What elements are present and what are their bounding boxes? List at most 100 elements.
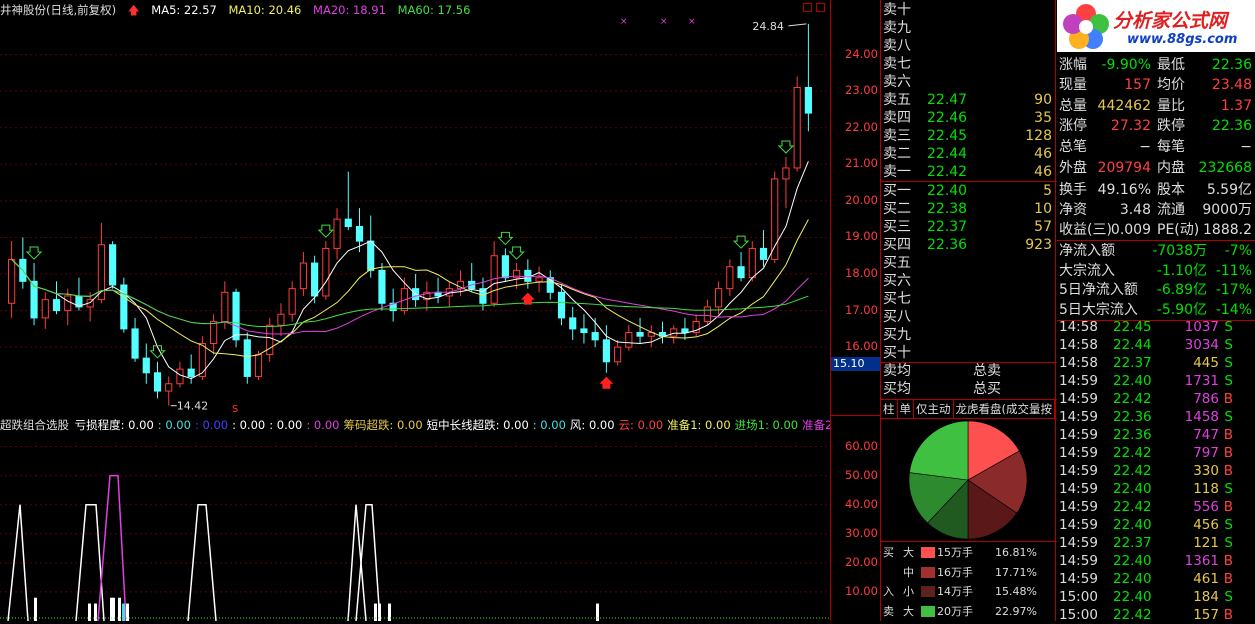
tick-price: 22.37 [1113, 535, 1152, 551]
up-arrow-icon: 🡅 [127, 3, 140, 17]
stat-row: 现量 157 均价 23.48 [1057, 75, 1255, 95]
high-price-label: 24.84 [752, 20, 784, 33]
tick-time: 14:59 [1059, 427, 1098, 443]
tick-volume: 1361 [1184, 553, 1219, 569]
legend-pct: 16.81% [995, 546, 1037, 559]
candle-body [625, 332, 633, 348]
buy-level-5: 买五 [881, 254, 1055, 272]
kline-svg[interactable]: 24.84 14.42 × × × S [0, 18, 830, 413]
level-label: 买五 [883, 255, 911, 271]
price-tick: 21.00 [845, 156, 878, 171]
buy-signal-arrow-icon [777, 140, 795, 154]
buy-signal-arrow-icon [497, 231, 514, 246]
tick-price: 22.42 [1113, 607, 1152, 623]
level-label: 买八 [883, 309, 911, 325]
tab-0[interactable]: 柱 [881, 400, 898, 418]
indicator-svg[interactable] [0, 432, 830, 621]
candle-body [591, 332, 599, 341]
candle-body [614, 346, 622, 363]
stat-value: 3.48 [1119, 202, 1151, 218]
red-up-arrow-icon [599, 376, 614, 389]
window-close-icon[interactable] [816, 3, 825, 12]
stat-label: 现量 [1059, 77, 1087, 94]
tick-price: 22.36 [1113, 427, 1152, 443]
tick-price: 22.44 [1113, 337, 1152, 353]
legend-side: 卖 [883, 604, 894, 618]
buy-level-1: 买一 22.40 5 [881, 182, 1055, 200]
buy-signal-arrow-icon [25, 246, 43, 260]
legend-swatch [921, 547, 935, 558]
tick-volume: 797 [1193, 445, 1219, 461]
tick-time: 14:59 [1059, 373, 1098, 389]
flower-logo-icon [1063, 4, 1109, 49]
buy-level-10: 买十 [881, 344, 1055, 362]
stat-value-2: 5.59亿 [1206, 182, 1252, 198]
sell-level-2: 卖二 22.44 46 [881, 145, 1055, 163]
level-label: 卖五 [883, 92, 911, 108]
tick-price: 22.45 [1113, 319, 1152, 335]
buy-level-9: 买九 [881, 326, 1055, 344]
candle-body [288, 288, 296, 315]
candle-body [187, 368, 195, 377]
indicator-spike [355, 503, 381, 621]
stat-label: 总笔 [1059, 139, 1087, 155]
indicator-name[interactable]: 超跌组合选股 [0, 418, 69, 432]
tab-3[interactable]: 龙虎看盘(成交量按 [954, 400, 1055, 418]
tick-volume: 456 [1193, 517, 1219, 533]
stat-label-2: 跌停 [1157, 118, 1185, 135]
tick-row: 14:59 22.42 786 B [1057, 390, 1255, 408]
tick-side: S [1224, 481, 1233, 497]
tick-row: 14:59 22.40 461 B [1057, 570, 1255, 588]
current-price-tag: 15.10 [831, 357, 881, 371]
legend-pct: 17.71% [995, 565, 1037, 579]
level-volume: 5 [1043, 183, 1052, 199]
window-restore-icon[interactable] [803, 3, 812, 12]
legend-pct: 22.97% [995, 604, 1037, 618]
candle-body [165, 383, 173, 392]
candle-body [142, 357, 150, 374]
indicator-tick: 50.00 [845, 467, 878, 482]
tick-row: 14:59 22.40 456 S [1057, 516, 1255, 534]
fund-flow-row: 5日净流入额 -6.89亿 -17% [1057, 280, 1255, 300]
ma60-label: MA60: 17.56 [397, 3, 471, 17]
tick-side: S [1224, 337, 1233, 353]
sell-level-8: 卖八 [881, 37, 1055, 55]
price-tick: 24.00 [845, 46, 878, 61]
flow-label: 大宗流入 [1059, 262, 1115, 279]
level-volume: 10 [1034, 201, 1052, 217]
tick-time: 14:59 [1059, 517, 1098, 533]
stat-value: 0.009 [1110, 222, 1151, 238]
level-price: 22.36 [927, 237, 968, 253]
stock-title[interactable]: 井神股份(日线,前复权) [0, 3, 116, 17]
flow-legend-row: 卖大 20万手 22.97% [881, 601, 1057, 622]
tab-1[interactable]: 单 [898, 400, 914, 418]
level-label: 卖一 [883, 164, 911, 180]
candle-body [221, 291, 229, 323]
fund-flow-row: 5日大宗流入 -5.90亿 -14% [1057, 300, 1255, 320]
level-label: 卖四 [883, 110, 911, 126]
candle-body [501, 255, 509, 279]
flow-pct: -7% [1224, 243, 1252, 259]
flow-tabs: 柱单仅主动 龙虎看盘(成交量按 [881, 400, 1057, 418]
tick-side: B [1223, 553, 1233, 569]
sell-level-5: 卖五 22.47 90 [881, 91, 1055, 109]
legend-side: 入 [883, 585, 894, 598]
level-volume: 90 [1034, 92, 1052, 108]
candle-body [176, 368, 184, 385]
level-price: 22.38 [927, 201, 968, 217]
site-logo[interactable]: 分析家公式网 www.88gs.com [1057, 0, 1255, 52]
level-volume: 128 [1025, 128, 1052, 144]
stat-value: 157 [1124, 77, 1151, 94]
flow-pie-chart [908, 420, 1028, 540]
level-price: 22.47 [927, 92, 968, 108]
candle-body [524, 269, 532, 282]
stat-label-2: PE(动) [1157, 222, 1200, 238]
legend-label: 20万手 [937, 604, 973, 618]
ma5-label: MA5: 22.57 [151, 3, 217, 17]
tab-2[interactable]: 仅主动 [914, 400, 954, 418]
candle-body [322, 247, 330, 297]
kline-chart-area[interactable]: 井神股份(日线,前复权) 🡅 MA5: 22.57 MA10: 20.46 MA… [0, 0, 832, 621]
tick-price: 22.42 [1113, 391, 1152, 407]
level-price: 22.40 [927, 183, 968, 199]
level-label: 卖十 [883, 2, 911, 18]
